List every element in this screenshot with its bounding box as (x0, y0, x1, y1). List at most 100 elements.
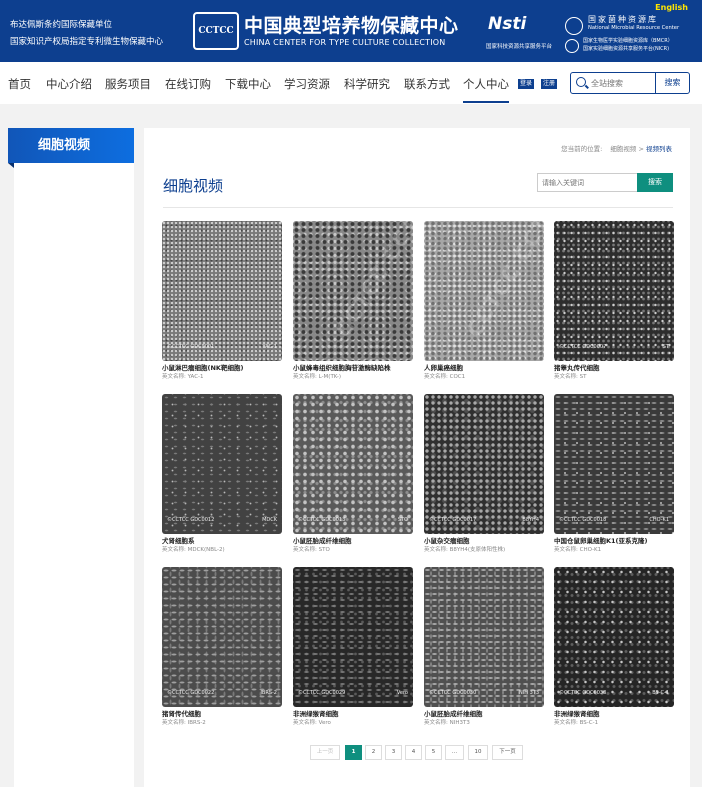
video-card[interactable]: ©CCTCC GDC0033 BS-C-1 非洲绿猴肾细胞 英文名称: BS-C… (554, 567, 674, 727)
english-name-label: 英文名称: (293, 720, 317, 726)
english-name-label: 英文名称: (554, 374, 578, 380)
video-card[interactable]: ©CCTCC GDC0022 IBRS-2 猪肾传代细胞 英文名称: IBRS-… (162, 567, 282, 727)
video-thumbnail[interactable]: ©CCTCC GDC0017 B8YH4 (424, 394, 544, 534)
english-link[interactable]: English (655, 3, 688, 12)
card-title[interactable]: 非洲绿猴肾细胞 (554, 708, 600, 718)
bmcr-logo-icon (565, 39, 579, 53)
thumbnail-code: ©CCTCC GDC0030 (429, 690, 477, 696)
video-card[interactable]: ©CCTCC GDC0029 Vero 非洲绿猴肾细胞 英文名称: Vero (293, 567, 413, 727)
card-title[interactable]: 小鼠胚胎成纤维细胞 (293, 535, 352, 545)
video-card[interactable]: CCTCC CCTCC 小鼠蜂毒组织细胞胸苷激酶缺陷株 英文名称: L-M(TK… (293, 221, 413, 381)
english-name-label: 英文名称: (424, 720, 448, 726)
video-thumbnail[interactable]: CCTCC CCTCC (424, 221, 544, 361)
video-thumbnail[interactable]: ©CCTCC GDC0012 MDCK (162, 394, 282, 534)
site-title-en: CHINA CENTER FOR TYPE CULTURE COLLECTION (244, 38, 446, 47)
thumbnail-line-tag: NIH 3T3 (519, 690, 539, 696)
video-card[interactable]: CCTCC CCTCC 人卵巢癌细胞 英文名称: COC1 (424, 221, 544, 381)
thumbnail-line-tag: YAC-1 (262, 344, 277, 350)
sidebar-title[interactable]: 细胞视频 (8, 128, 134, 168)
card-title[interactable]: 中国仓鼠卵巢细胞K1(亚系克隆) (554, 535, 648, 545)
register-link[interactable]: 注册 (541, 79, 558, 89)
card-title[interactable]: 猪肾传代细胞 (162, 708, 201, 718)
video-card[interactable]: ©CCTCC GDC0001 YAC-1 小鼠淋巴瘤细胞(NK靶细胞) 英文名称… (162, 221, 282, 381)
page-button-2[interactable]: 2 (365, 745, 382, 760)
nav-item-personal[interactable]: 个人中心 (463, 76, 509, 103)
breadcrumb-separator: > (638, 145, 644, 153)
card-title[interactable]: 小鼠蜂毒组织细胞胸苷激酶缺陷株 (293, 362, 391, 372)
header-taglines: 布达佩斯条约国际保藏单位 国家知识产权局指定专利微生物保藏中心 (10, 17, 163, 51)
video-thumbnail[interactable]: ©CCTCC GDC0033 BS-C-1 (554, 567, 674, 707)
card-title[interactable]: 犬肾细胞系 (162, 535, 195, 545)
breadcrumb-prefix: 您当前的位置: (561, 145, 603, 153)
page-button-4[interactable]: 4 (405, 745, 422, 760)
thumbnail-line-tag: ST (662, 344, 669, 350)
main-content: 您当前的位置: 细胞视频 > 视频列表 细胞视频 搜索 ©CCTCC GDC00… (144, 128, 690, 787)
thumbnail-line-tag: STO (397, 517, 408, 523)
next-page-button[interactable]: 下一页 (492, 745, 523, 760)
thumbnail-code: ©CCTCC GDC0007 (559, 344, 607, 350)
video-thumbnail[interactable]: ©CCTCC GDC0007 ST (554, 221, 674, 361)
breadcrumb-level1[interactable]: 细胞视频 (610, 145, 636, 153)
card-english-name: 英文名称: L-M(TK-) (293, 372, 341, 380)
card-english-name: 英文名称: B8YH4(支原体阳性株) (424, 545, 505, 553)
video-card[interactable]: ©CCTCC GDC0018 CHO-K1 中国仓鼠卵巢细胞K1(亚系克隆) 英… (554, 394, 674, 554)
english-name-label: 英文名称: (554, 547, 578, 553)
video-thumbnail[interactable]: ©CCTCC GDC0029 Vero (293, 567, 413, 707)
page-button-5[interactable]: 5 (425, 745, 442, 760)
thumbnail-line-tag: CHO-K1 (649, 517, 669, 523)
nav-item-order[interactable]: 在线订购 (165, 76, 211, 92)
video-thumbnail[interactable]: ©CCTCC GDC0001 YAC-1 (162, 221, 282, 361)
card-title[interactable]: 小鼠胚胎成纤维细胞 (424, 708, 483, 718)
video-thumbnail[interactable]: ©CCTCC GDC0013 STO (293, 394, 413, 534)
nav-item-learning[interactable]: 学习资源 (284, 76, 330, 92)
keyword-search-input[interactable] (537, 173, 637, 192)
page-ellipsis: ... (445, 745, 464, 760)
video-thumbnail[interactable]: ©CCTCC GDC0022 IBRS-2 (162, 567, 282, 707)
page-button-3[interactable]: 3 (385, 745, 402, 760)
bmcr-line: 国家生物医学实验细胞资源库（BMCR） (583, 38, 673, 44)
english-name-value: COC1 (449, 374, 466, 380)
card-title[interactable]: 小鼠淋巴瘤细胞(NK靶细胞) (162, 362, 243, 372)
card-title[interactable]: 人卵巢癌细胞 (424, 362, 463, 372)
site-search-button[interactable]: 搜索 (655, 73, 689, 93)
english-name-label: 英文名称: (162, 720, 186, 726)
video-card[interactable]: ©CCTCC GDC0030 NIH 3T3 小鼠胚胎成纤维细胞 英文名称: N… (424, 567, 544, 727)
english-name-value: BS-C-1 (579, 720, 599, 726)
video-thumbnail[interactable]: ©CCTCC GDC0030 NIH 3T3 (424, 567, 544, 707)
thumbnail-line-tag: BS-C-1 (652, 690, 669, 696)
breadcrumb-current[interactable]: 视频列表 (646, 145, 672, 153)
card-title[interactable]: 小鼠杂交瘤细胞 (424, 535, 470, 545)
prev-page-button[interactable]: 上一页 (310, 745, 340, 760)
video-thumbnail[interactable]: ©CCTCC GDC0018 CHO-K1 (554, 394, 674, 534)
nav-item-services[interactable]: 服务项目 (105, 76, 151, 92)
page-button-1[interactable]: 1 (345, 745, 362, 760)
site-search-input[interactable] (591, 76, 653, 90)
english-name-label: 英文名称: (424, 374, 448, 380)
card-title[interactable]: 猪睾丸传代细胞 (554, 362, 600, 372)
main-nav: 首页 中心介绍 服务项目 在线订购 下载中心 学习资源 科学研究 联系方式 个人… (0, 62, 702, 104)
video-card[interactable]: ©CCTCC GDC0007 ST 猪睾丸传代细胞 英文名称: ST (554, 221, 674, 381)
bmcr-text: 国家生物医学实验细胞资源库（BMCR） 国家实验细胞资源共享服务平台(NICR) (583, 37, 673, 53)
nav-item-downloads[interactable]: 下载中心 (225, 76, 271, 92)
card-english-name: 英文名称: BS-C-1 (554, 718, 598, 726)
nav-item-contact[interactable]: 联系方式 (404, 76, 450, 92)
video-thumbnail[interactable]: CCTCC CCTCC (293, 221, 413, 361)
cctcc-logo-icon[interactable]: CCTCC (193, 12, 239, 50)
thumbnail-code: ©CCTCC GDC0012 (167, 517, 215, 523)
video-card[interactable]: ©CCTCC GDC0017 B8YH4 小鼠杂交瘤细胞 英文名称: B8YH4… (424, 394, 544, 554)
nav-item-research[interactable]: 科学研究 (344, 76, 390, 92)
nsti-logo: Nsti (488, 14, 527, 34)
page-button-10[interactable]: 10 (468, 745, 488, 760)
english-name-label: 英文名称: (162, 374, 186, 380)
nav-item-about[interactable]: 中心介绍 (46, 76, 92, 92)
nav-item-home[interactable]: 首页 (8, 76, 31, 92)
video-card[interactable]: ©CCTCC GDC0012 MDCK 犬肾细胞系 英文名称: MDCK(NBL… (162, 394, 282, 554)
thumbnail-code: ©CCTCC GDC0001 (167, 344, 215, 350)
card-title[interactable]: 非洲绿猴肾细胞 (293, 708, 339, 718)
english-name-value: CHO-K1 (579, 547, 602, 553)
login-link[interactable]: 登录 (518, 79, 535, 89)
video-card[interactable]: ©CCTCC GDC0013 STO 小鼠胚胎成纤维细胞 英文名称: STO (293, 394, 413, 554)
card-english-name: 英文名称: Vero (293, 718, 331, 726)
keyword-search-button[interactable]: 搜索 (637, 173, 673, 192)
english-name-label: 英文名称: (554, 720, 578, 726)
